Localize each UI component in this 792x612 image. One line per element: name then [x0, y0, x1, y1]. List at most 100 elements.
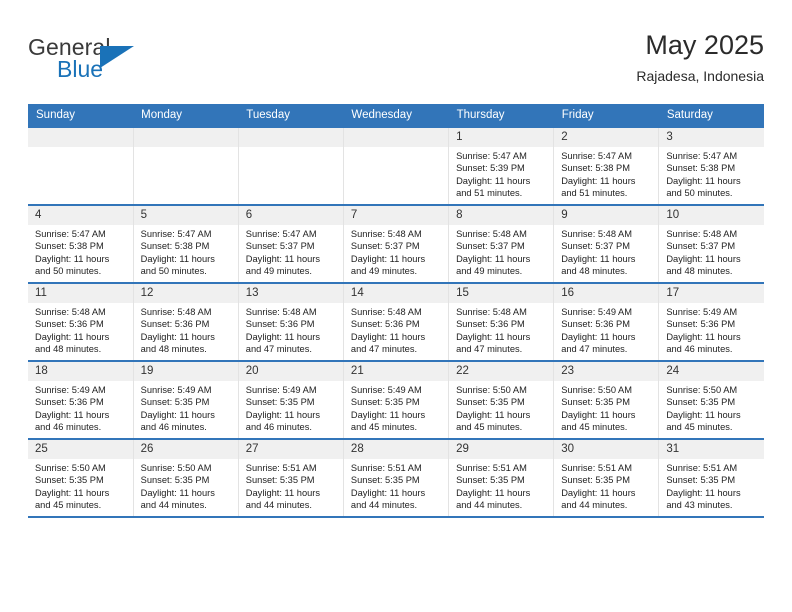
sunset-text: Sunset: 5:35 PM: [35, 475, 104, 486]
sunrise-text: Sunrise: 5:49 AM: [35, 385, 106, 395]
sunrise-text: Sunrise: 5:49 AM: [245, 385, 317, 395]
calendar-day-cell[interactable]: 25 Sunrise: 5:50 AM Sunset: 5:35 PM Dayligh…: [28, 438, 134, 518]
weekday-header-wednesday: Wednesday: [343, 104, 449, 127]
calendar-day-cell[interactable]: 13 Sunrise: 5:48 AM Sunset: 5:36 PM Dayligh…: [238, 282, 344, 361]
daylight-text: Daylight: 11 hours and 44 minutes.: [140, 487, 215, 511]
calendar-day-cell[interactable]: 4 Sunrise: 5:47 AM Sunset: 5:38 PM Daylight…: [28, 204, 134, 283]
day-info: Sunrise: 5:50 AM Sunset: 5:35 PM Daylight:…: [659, 381, 764, 434]
day-info: Sunrise: 5:51 AM Sunset: 5:35 PM Daylight:…: [344, 459, 448, 512]
sunrise-text: Sunrise: 5:48 AM: [245, 307, 317, 317]
sunrise-text: Sunrise: 5:48 AM: [140, 307, 212, 317]
day-cell-inner: 6 Sunrise: 5:47 AM Sunset: 5:37 PM Daylight…: [238, 206, 343, 282]
sunset-text: Sunset: 5:37 PM: [245, 241, 315, 252]
day-cell-inner: [133, 128, 238, 204]
calendar-cell-empty: [343, 126, 450, 205]
calendar-day-cell[interactable]: 5 Sunrise: 5:47 AM Sunset: 5:38 PM Daylight…: [133, 204, 239, 283]
calendar-day-cell[interactable]: 27 Sunrise: 5:51 AM Sunset: 5:35 PM Dayligh…: [238, 438, 344, 518]
daylight-text: Daylight: 11 hours and 46 minutes.: [140, 409, 215, 433]
day-number: 4: [28, 206, 133, 225]
sunset-text: Sunset: 5:37 PM: [456, 241, 525, 252]
sunrise-text: Sunrise: 5:48 AM: [35, 307, 106, 317]
calendar-day-cell[interactable]: 23 Sunrise: 5:50 AM Sunset: 5:35 PM Dayligh…: [553, 360, 660, 439]
calendar-day-cell[interactable]: 8 Sunrise: 5:48 AM Sunset: 5:37 PM Daylight…: [448, 204, 555, 283]
title-block: May 2025 Rajadesa, Indonesia: [636, 28, 764, 87]
day-number: 11: [28, 284, 133, 303]
general-blue-logo[interactable]: General Blue: [28, 34, 228, 90]
day-number: 27: [238, 440, 343, 459]
daylight-text: Daylight: 11 hours and 44 minutes.: [350, 487, 426, 511]
day-cell-inner: 1 Sunrise: 5:47 AM Sunset: 5:39 PM Daylight…: [449, 128, 554, 204]
daylight-text: Daylight: 11 hours and 48 minutes.: [666, 253, 741, 277]
day-number: 19: [133, 362, 238, 381]
day-cell-inner: 28 Sunrise: 5:51 AM Sunset: 5:35 PM Dayligh…: [343, 440, 449, 516]
calendar-day-cell[interactable]: 3 Sunrise: 5:47 AM Sunset: 5:38 PM Daylight…: [658, 126, 764, 205]
daylight-text: Daylight: 11 hours and 45 minutes.: [350, 409, 426, 433]
page-header: General Blue May 2025 Rajadesa, Indonesi…: [28, 28, 764, 96]
calendar-day-cell[interactable]: 10 Sunrise: 5:48 AM Sunset: 5:37 PM Dayligh…: [658, 204, 764, 283]
calendar-day-cell[interactable]: 28 Sunrise: 5:51 AM Sunset: 5:35 PM Dayligh…: [343, 438, 450, 518]
day-number: 24: [659, 362, 764, 381]
calendar-day-cell[interactable]: 31 Sunrise: 5:51 AM Sunset: 5:35 PM Dayligh…: [658, 438, 764, 518]
daylight-text: Daylight: 11 hours and 45 minutes.: [666, 409, 741, 433]
calendar-cell-empty: [133, 126, 239, 205]
sunset-text: Sunset: 5:35 PM: [456, 397, 525, 408]
weekday-header-thursday: Thursday: [448, 104, 554, 127]
calendar-day-cell[interactable]: 22 Sunrise: 5:50 AM Sunset: 5:35 PM Dayligh…: [448, 360, 555, 439]
sunrise-text: Sunrise: 5:48 AM: [456, 229, 527, 239]
sunset-text: Sunset: 5:37 PM: [666, 241, 736, 252]
calendar-day-cell[interactable]: 24 Sunrise: 5:50 AM Sunset: 5:35 PM Dayligh…: [658, 360, 764, 439]
calendar-day-cell[interactable]: 20 Sunrise: 5:49 AM Sunset: 5:35 PM Dayligh…: [238, 360, 344, 439]
calendar-day-cell[interactable]: 16 Sunrise: 5:49 AM Sunset: 5:36 PM Dayligh…: [553, 282, 660, 361]
day-info: Sunrise: 5:50 AM Sunset: 5:35 PM Daylight:…: [449, 381, 553, 434]
day-number: [133, 128, 238, 147]
calendar-day-cell[interactable]: 2 Sunrise: 5:47 AM Sunset: 5:38 PM Daylight…: [553, 126, 660, 205]
day-cell-inner: 9 Sunrise: 5:48 AM Sunset: 5:37 PM Daylight…: [554, 206, 659, 282]
day-info: Sunrise: 5:48 AM Sunset: 5:37 PM Daylight:…: [659, 225, 764, 278]
daylight-text: Daylight: 11 hours and 48 minutes.: [35, 331, 110, 355]
day-cell-inner: [238, 128, 343, 204]
calendar-grid: Sunday Monday Tuesday Wednesday Thursday…: [28, 104, 764, 518]
daylight-text: Daylight: 11 hours and 46 minutes.: [35, 409, 110, 433]
sunset-text: Sunset: 5:36 PM: [35, 319, 104, 330]
day-number: 14: [343, 284, 449, 303]
calendar-day-cell[interactable]: 15 Sunrise: 5:48 AM Sunset: 5:36 PM Dayligh…: [448, 282, 555, 361]
sunrise-text: Sunrise: 5:47 AM: [456, 151, 527, 161]
calendar-day-cell[interactable]: 14 Sunrise: 5:48 AM Sunset: 5:36 PM Dayligh…: [343, 282, 450, 361]
calendar-day-cell[interactable]: 1 Sunrise: 5:47 AM Sunset: 5:39 PM Daylight…: [448, 126, 555, 205]
calendar-body: 1 Sunrise: 5:47 AM Sunset: 5:39 PM Daylight…: [28, 126, 764, 518]
sunset-text: Sunset: 5:38 PM: [35, 241, 104, 252]
daylight-text: Daylight: 11 hours and 45 minutes.: [456, 409, 531, 433]
calendar-day-cell[interactable]: 21 Sunrise: 5:49 AM Sunset: 5:35 PM Dayligh…: [343, 360, 450, 439]
day-number: [28, 128, 133, 147]
day-number: 8: [449, 206, 554, 225]
calendar-day-cell[interactable]: 17 Sunrise: 5:49 AM Sunset: 5:36 PM Dayligh…: [658, 282, 764, 361]
sunset-text: Sunset: 5:35 PM: [140, 475, 210, 486]
day-cell-inner: 11 Sunrise: 5:48 AM Sunset: 5:36 PM Dayligh…: [28, 284, 133, 360]
day-info: Sunrise: 5:51 AM Sunset: 5:35 PM Daylight:…: [659, 459, 764, 512]
day-cell-inner: 2 Sunrise: 5:47 AM Sunset: 5:38 PM Daylight…: [554, 128, 659, 204]
calendar-day-cell[interactable]: 6 Sunrise: 5:47 AM Sunset: 5:37 PM Daylight…: [238, 204, 344, 283]
calendar-day-cell[interactable]: 9 Sunrise: 5:48 AM Sunset: 5:37 PM Daylight…: [553, 204, 660, 283]
day-info: Sunrise: 5:48 AM Sunset: 5:36 PM Daylight:…: [28, 303, 133, 356]
day-cell-inner: [28, 128, 133, 204]
sunset-text: Sunset: 5:35 PM: [350, 397, 420, 408]
calendar-day-cell[interactable]: 18 Sunrise: 5:49 AM Sunset: 5:36 PM Dayligh…: [28, 360, 134, 439]
day-cell-inner: 7 Sunrise: 5:48 AM Sunset: 5:37 PM Daylight…: [343, 206, 449, 282]
daylight-text: Daylight: 11 hours and 49 minutes.: [350, 253, 426, 277]
day-cell-inner: 4 Sunrise: 5:47 AM Sunset: 5:38 PM Daylight…: [28, 206, 133, 282]
calendar-day-cell[interactable]: 19 Sunrise: 5:49 AM Sunset: 5:35 PM Dayligh…: [133, 360, 239, 439]
sunset-text: Sunset: 5:35 PM: [140, 397, 210, 408]
calendar-day-cell[interactable]: 11 Sunrise: 5:48 AM Sunset: 5:36 PM Dayligh…: [28, 282, 134, 361]
weekday-header-saturday: Saturday: [658, 104, 764, 127]
calendar-day-cell[interactable]: 30 Sunrise: 5:51 AM Sunset: 5:35 PM Dayligh…: [553, 438, 660, 518]
day-cell-inner: 30 Sunrise: 5:51 AM Sunset: 5:35 PM Dayligh…: [554, 440, 659, 516]
calendar-day-cell[interactable]: 12 Sunrise: 5:48 AM Sunset: 5:36 PM Dayligh…: [133, 282, 239, 361]
calendar-day-cell[interactable]: 26 Sunrise: 5:50 AM Sunset: 5:35 PM Dayligh…: [133, 438, 239, 518]
sunset-text: Sunset: 5:35 PM: [350, 475, 420, 486]
sunset-text: Sunset: 5:36 PM: [35, 397, 104, 408]
calendar-day-cell[interactable]: 29 Sunrise: 5:51 AM Sunset: 5:35 PM Dayligh…: [448, 438, 555, 518]
sunrise-text: Sunrise: 5:47 AM: [140, 229, 212, 239]
weekday-header-tuesday: Tuesday: [238, 104, 344, 127]
calendar-day-cell[interactable]: 7 Sunrise: 5:48 AM Sunset: 5:37 PM Daylight…: [343, 204, 450, 283]
day-info: Sunrise: 5:50 AM Sunset: 5:35 PM Daylight:…: [554, 381, 658, 434]
